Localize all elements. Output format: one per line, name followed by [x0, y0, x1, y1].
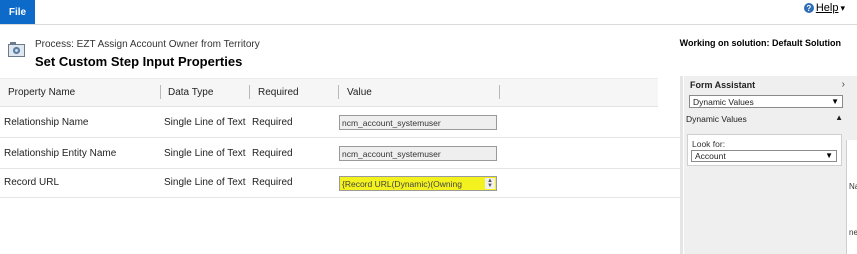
section-label: Dynamic Values	[686, 114, 747, 124]
grid-header: Property Name Data Type Required Value	[0, 78, 658, 107]
data-type: Single Line of Text	[164, 176, 246, 188]
ribbon: File ? Help ▾	[0, 0, 857, 25]
column-divider	[249, 85, 250, 99]
column-divider	[499, 85, 500, 99]
property-name: Record URL	[4, 176, 60, 188]
form-assistant-pane: Form Assistant › Dynamic Values ▼ Dynami…	[684, 76, 857, 254]
edge-text: Na	[849, 182, 857, 191]
column-header-required[interactable]: Required	[258, 79, 299, 106]
column-divider	[338, 85, 339, 99]
column-divider	[160, 85, 161, 99]
dropdown-arrow-icon: ▼	[825, 151, 833, 160]
collapse-chevron-icon[interactable]: ›	[842, 79, 845, 90]
section-collapse-icon[interactable]: ▲	[835, 113, 843, 122]
look-for-value: Account	[695, 151, 726, 161]
data-type: Single Line of Text	[164, 116, 246, 128]
help-icon: ?	[803, 3, 814, 13]
pane-splitter[interactable]	[680, 76, 683, 254]
process-gear-icon	[8, 42, 25, 57]
look-for-panel: Look for: Account ▼	[687, 134, 842, 166]
dropdown-arrow-icon: ▼	[831, 97, 839, 106]
value-input[interactable]: ncm_account_systemuser	[339, 146, 497, 161]
table-row: Record URL Single Line of Text Required …	[0, 167, 680, 198]
edge-panel: Na ne	[846, 140, 857, 254]
column-header-data-type[interactable]: Data Type	[168, 79, 213, 106]
form-assistant-dropdown[interactable]: Dynamic Values ▼	[689, 95, 843, 108]
required-flag: Required	[252, 176, 293, 188]
look-for-select[interactable]: Account ▼	[691, 150, 837, 162]
property-name: Relationship Name	[4, 116, 89, 128]
value-input[interactable]: ncm_account_systemuser	[339, 115, 497, 130]
required-flag: Required	[252, 116, 293, 128]
column-header-value[interactable]: Value	[347, 79, 372, 106]
table-row: Relationship Entity Name Single Line of …	[0, 138, 680, 169]
table-row: Relationship Name Single Line of Text Re…	[0, 107, 680, 138]
look-for-label: Look for:	[692, 139, 726, 149]
page-title: Set Custom Step Input Properties	[35, 54, 243, 69]
process-title: Process: EZT Assign Account Owner from T…	[35, 39, 260, 50]
form-assistant-title: Form Assistant	[690, 80, 756, 90]
value-input-dynamic[interactable]: {Record URL(Dynamic)(Owning ▲ ▼	[339, 176, 497, 191]
spinner-icon[interactable]: ▲ ▼	[485, 178, 495, 189]
data-type: Single Line of Text	[164, 147, 246, 159]
dynamic-value-text: {Record URL(Dynamic)(Owning	[342, 178, 462, 189]
file-tab[interactable]: File	[0, 0, 35, 24]
chevron-down-icon: ▾	[840, 2, 845, 13]
property-name: Relationship Entity Name	[4, 147, 117, 159]
help-label: Help	[815, 2, 839, 14]
help-menu[interactable]: ? Help ▾	[803, 2, 845, 14]
edge-text: ne	[849, 228, 857, 237]
solution-label: Working on solution: Default Solution	[679, 38, 841, 48]
page-header: Process: EZT Assign Account Owner from T…	[0, 28, 857, 76]
column-header-property-name[interactable]: Property Name	[8, 79, 75, 106]
dropdown-value: Dynamic Values	[693, 96, 754, 107]
required-flag: Required	[252, 147, 293, 159]
